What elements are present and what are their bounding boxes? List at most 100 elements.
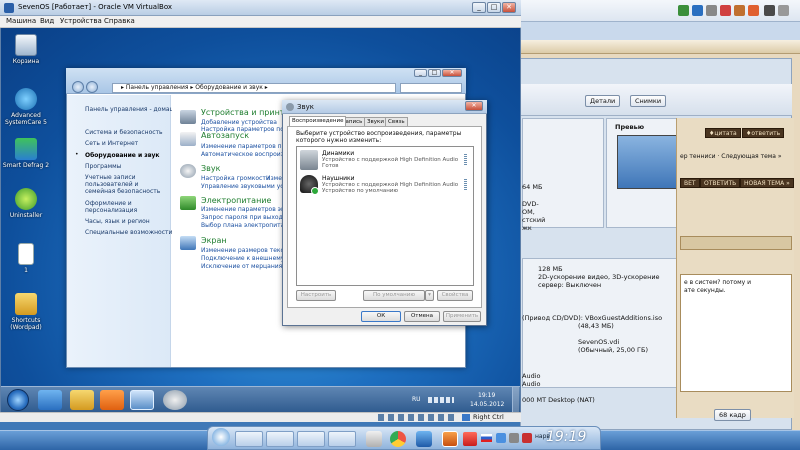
guest-clock-time[interactable]: 19:19	[478, 392, 495, 399]
reply-text: ате секунды.	[684, 287, 726, 294]
ie-taskbar-icon[interactable]	[38, 390, 62, 410]
host-clock[interactable]: 19:19	[546, 429, 586, 445]
forum-reply-button[interactable]: ОТВЕТИТЬ	[700, 178, 741, 188]
active-window-dock-icon[interactable]	[442, 431, 458, 447]
category-link[interactable]: Добавление устройства	[201, 119, 277, 126]
search-input[interactable]	[400, 83, 462, 93]
forum-quote-button[interactable]: ♦цитата	[705, 128, 741, 138]
tray-app-icon[interactable]	[509, 433, 519, 443]
maximize-icon[interactable]: □	[428, 69, 441, 77]
close-icon[interactable]: ✕	[442, 69, 462, 77]
tray-icons[interactable]	[428, 397, 454, 403]
minimize-icon[interactable]: _	[414, 69, 427, 77]
category-power[interactable]: Электропитание	[201, 196, 271, 205]
forum-button[interactable]: ВЕТ	[680, 178, 700, 188]
reply-size-select[interactable]: 68 кадр	[714, 409, 751, 421]
category-sound[interactable]: Звук	[201, 164, 220, 173]
back-icon[interactable]	[72, 81, 84, 93]
dock-window-button[interactable]	[328, 431, 356, 447]
address-bar[interactable]: ▸ Панель управления ▸ Оборудование и зву…	[112, 83, 396, 93]
menu-view[interactable]: Вид	[40, 17, 54, 25]
forum-reply-button[interactable]: ♦ответить	[742, 128, 785, 138]
close-icon[interactable]: ✕	[502, 2, 516, 13]
tab-sounds[interactable]: Звуки	[364, 117, 387, 126]
russian-flag-icon[interactable]	[481, 434, 492, 442]
tray-app-icon[interactable]	[748, 5, 759, 16]
tray-app-icon[interactable]	[692, 5, 703, 16]
guest-clock-date[interactable]: 14.05.2012	[470, 401, 504, 408]
details-button[interactable]: Детали	[585, 95, 621, 107]
set-default-button[interactable]: По умолчанию	[363, 290, 425, 301]
sidebar-link-hardware[interactable]: Оборудование и звук	[85, 152, 160, 159]
desktop-icon-recycle-bin[interactable]: Корзина	[2, 34, 50, 65]
maximize-icon[interactable]: □	[487, 2, 501, 13]
uninstaller-icon	[15, 188, 37, 210]
tray-app-icon[interactable]	[764, 5, 775, 16]
menu-devices[interactable]: Устройства	[60, 17, 102, 25]
reply-textarea[interactable]: е в систем? потому и ате секунды.	[680, 274, 792, 392]
desktop-icon-shortcut[interactable]: Shortcuts (Wordpad)	[2, 293, 50, 331]
show-desktop-button[interactable]	[512, 387, 519, 412]
sidebar-link-accounts[interactable]: Учетные записи пользователей и семейная …	[85, 174, 167, 195]
sidebar-link-network[interactable]: Сеть и Интернет	[85, 140, 138, 147]
forum-new-topic-button[interactable]: НОВАЯ ТЕМА »	[740, 178, 794, 188]
file-manager-dock-icon[interactable]	[366, 431, 382, 447]
desktop-icon-uninstaller[interactable]: Uninstaller	[2, 188, 50, 219]
forward-icon[interactable]	[86, 81, 98, 93]
dock-window-button[interactable]	[266, 431, 294, 447]
tray-app-icon[interactable]	[463, 432, 477, 446]
apply-button[interactable]: Применить	[443, 311, 481, 322]
start-button[interactable]	[7, 389, 29, 411]
desktop-icon-file[interactable]: 1	[2, 243, 50, 274]
systemcare-icon	[15, 88, 37, 110]
sidebar-link-appearance[interactable]: Оформление и персонализация	[85, 200, 167, 214]
category-display[interactable]: Экран	[201, 236, 227, 245]
media-player-taskbar-icon[interactable]	[100, 390, 124, 410]
chrome-dock-icon[interactable]	[390, 431, 406, 447]
menu-help[interactable]: Справка	[104, 17, 135, 25]
configure-button[interactable]: Настроить	[296, 290, 336, 301]
category-autoplay[interactable]: Автозапуск	[201, 131, 249, 140]
sidebar-link-system[interactable]: Система и безопасность	[85, 129, 163, 136]
vm-info-line: 128 МБ	[538, 265, 563, 273]
tray-app-icon[interactable]	[706, 5, 717, 16]
dock-window-button[interactable]	[297, 431, 325, 447]
device-item-headphones[interactable]: Наушники Устройство с поддержкой High De…	[298, 173, 472, 199]
desktop-icon-label: Корзина	[12, 58, 40, 65]
explorer-taskbar-icon[interactable]	[70, 390, 94, 410]
minimize-icon[interactable]: _	[472, 2, 486, 13]
tab-playback[interactable]: Воспроизведение	[289, 116, 347, 126]
sidebar-link-accessibility[interactable]: Специальные возможности	[85, 229, 172, 236]
desktop-icon-systemcare[interactable]: Advanced SystemCare 5	[2, 88, 50, 126]
chevron-down-icon[interactable]: ▾	[425, 290, 434, 301]
tray-app-icon[interactable]	[678, 5, 689, 16]
device-item-speakers[interactable]: Динамики Устройство с поддержкой High De…	[298, 148, 472, 172]
tray-app-icon[interactable]	[720, 5, 731, 16]
control-panel-taskbar-icon[interactable]	[130, 390, 154, 410]
sidebar-link-programs[interactable]: Программы	[85, 163, 121, 170]
device-description: Устройство с поддержкой High Definition …	[322, 157, 459, 163]
ok-button[interactable]: ОК	[361, 311, 401, 322]
menu-machine[interactable]: Машина	[6, 17, 36, 25]
vm-titlebar[interactable]: SevenOS [Работает] - Oracle VM VirtualBo…	[0, 0, 521, 16]
sound-dialog-titlebar[interactable]: Звук ✕	[282, 100, 487, 114]
cancel-button[interactable]: Отмена	[404, 311, 440, 322]
tray-app-icon[interactable]	[496, 433, 506, 443]
sound-taskbar-icon[interactable]	[163, 390, 187, 410]
dock-window-button[interactable]	[235, 431, 263, 447]
close-icon[interactable]: ✕	[465, 101, 483, 111]
sidebar-link-clock[interactable]: Часы, язык и регион	[85, 218, 150, 225]
category-link[interactable]: Настройка громкости	[201, 175, 270, 182]
kde-menu-icon[interactable]	[212, 428, 230, 446]
snapshots-button[interactable]: Снимки	[630, 95, 667, 107]
tray-app-icon[interactable]	[522, 433, 532, 443]
tab-communications[interactable]: Связь	[385, 117, 408, 126]
tray-app-icon[interactable]	[778, 5, 789, 16]
virtualbox-dock-icon[interactable]	[416, 431, 432, 447]
properties-button[interactable]: Свойства	[437, 290, 473, 301]
language-indicator[interactable]: RU	[412, 396, 421, 403]
vm-device-icons[interactable]	[378, 414, 458, 421]
tray-app-icon[interactable]	[734, 5, 745, 16]
vm-info-line: DVD-	[522, 200, 539, 208]
desktop-icon-smart-defrag[interactable]: Smart Defrag 2	[2, 138, 50, 169]
